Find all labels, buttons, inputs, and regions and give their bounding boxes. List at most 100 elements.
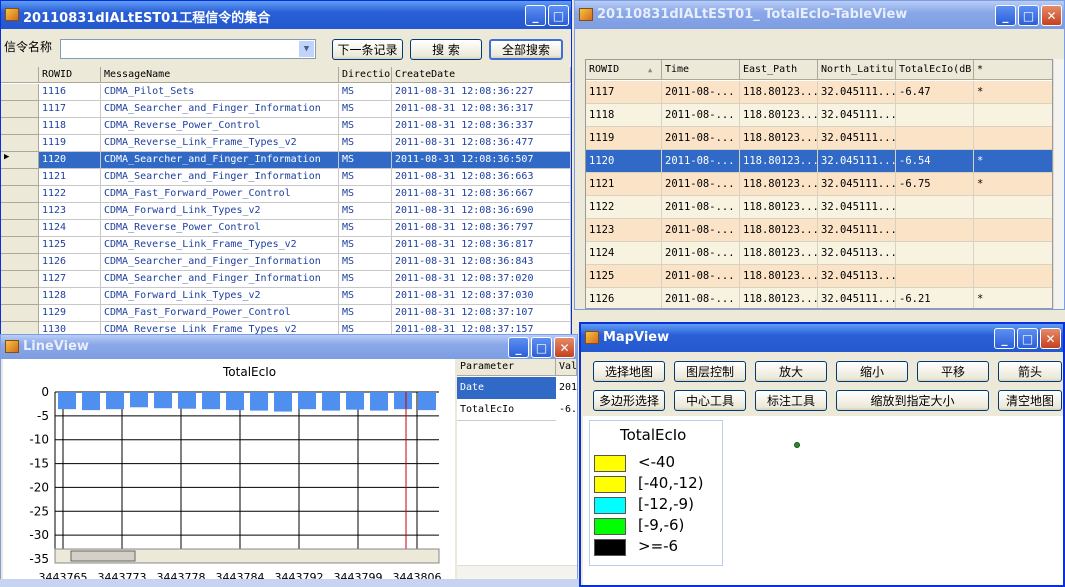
table-cell[interactable]: CDMA_Searcher_and_Finger_Information bbox=[101, 254, 339, 271]
table-cell[interactable]: MS bbox=[339, 237, 392, 254]
param-table[interactable]: Parameter Val Date 201 TotalEcIo -6. bbox=[457, 359, 577, 581]
table-cell[interactable]: MS bbox=[339, 288, 392, 305]
table-cell[interactable]: CDMA_Searcher_and_Finger_Information bbox=[101, 101, 339, 118]
table-cell[interactable]: CDMA_Forward_Link_Types_v2 bbox=[101, 288, 339, 305]
map-view-titlebar[interactable]: MapView _ □ ✕ bbox=[581, 324, 1063, 352]
table-cell[interactable]: 1122 bbox=[39, 186, 101, 203]
table-cell[interactable]: MS bbox=[339, 203, 392, 220]
table-cell[interactable] bbox=[896, 242, 974, 265]
select-map-button[interactable]: 选择地图 bbox=[593, 361, 665, 382]
chevron-down-icon[interactable]: ▼ bbox=[299, 41, 314, 57]
table-cell[interactable]: 118.80123... bbox=[740, 288, 818, 308]
table-cell[interactable] bbox=[974, 127, 1052, 150]
table-cell[interactable] bbox=[896, 104, 974, 127]
table-cell[interactable]: MS bbox=[339, 84, 392, 101]
table-cell[interactable]: CDMA_Fast_Forward_Power_Control bbox=[101, 305, 339, 322]
column-header[interactable]: MessageName bbox=[101, 67, 339, 83]
table-cell[interactable]: 1123 bbox=[39, 203, 101, 220]
param-value-date[interactable]: 201 bbox=[556, 377, 577, 399]
table-cell[interactable]: 1124 bbox=[39, 220, 101, 237]
table-cell[interactable]: CDMA_Reverse_Power_Control bbox=[101, 118, 339, 135]
line-view-titlebar[interactable]: LineView _ □ ✕ bbox=[1, 335, 577, 359]
table-cell[interactable] bbox=[896, 127, 974, 150]
table-cell[interactable]: 1127 bbox=[39, 271, 101, 288]
table-cell[interactable]: 2011-08-31 12:08:36:337 bbox=[392, 118, 571, 135]
table-cell[interactable] bbox=[974, 196, 1052, 219]
table-cell[interactable]: 1120 bbox=[586, 150, 662, 173]
column-header[interactable]: * bbox=[974, 60, 1052, 80]
table-cell[interactable]: 2011-08-... bbox=[662, 288, 740, 308]
row-selector[interactable] bbox=[1, 271, 39, 288]
signal-table[interactable]: ROWID MessageName Directio CreateDate 1116 CD… bbox=[1, 67, 571, 339]
table-cell[interactable]: 1116 bbox=[39, 84, 101, 101]
search-button[interactable]: 搜 索 bbox=[410, 39, 482, 60]
row-selector[interactable] bbox=[1, 305, 39, 322]
table-view-titlebar[interactable]: 20110831dIALtEST01_ TotalEcIo-TableView … bbox=[575, 1, 1064, 29]
table-cell[interactable] bbox=[896, 219, 974, 242]
table-cell[interactable]: CDMA_Reverse_Link_Frame_Types_v2 bbox=[101, 135, 339, 152]
table-cell[interactable]: 2011-08-31 12:08:36:227 bbox=[392, 84, 571, 101]
table-cell[interactable]: 1117 bbox=[39, 101, 101, 118]
table-cell[interactable]: 32.045111... bbox=[818, 127, 896, 150]
table-cell[interactable]: 118.80123... bbox=[740, 81, 818, 104]
table-cell[interactable]: MS bbox=[339, 305, 392, 322]
table-cell[interactable]: 1118 bbox=[39, 118, 101, 135]
table-cell[interactable]: * bbox=[974, 150, 1052, 173]
map-point[interactable] bbox=[794, 442, 800, 448]
row-selector[interactable] bbox=[1, 254, 39, 271]
column-header[interactable]: ROWID bbox=[39, 67, 101, 83]
table-cell[interactable]: 32.045111... bbox=[818, 81, 896, 104]
table-cell[interactable]: 2011-08-... bbox=[662, 242, 740, 265]
table-cell[interactable]: 118.80123... bbox=[740, 127, 818, 150]
table-cell[interactable]: 1121 bbox=[39, 169, 101, 186]
table-cell[interactable]: 1121 bbox=[586, 173, 662, 196]
search-all-button[interactable]: 全部搜索 bbox=[489, 39, 563, 60]
map-canvas[interactable]: TotalEcIo <-40 [-40,-12) [-12,-9) [-9,-6… bbox=[583, 416, 1063, 585]
maximize-icon[interactable]: □ bbox=[1017, 328, 1038, 349]
row-selector[interactable] bbox=[1, 169, 39, 186]
table-cell[interactable]: 32.045111... bbox=[818, 219, 896, 242]
clear-map-button[interactable]: 清空地图 bbox=[998, 390, 1062, 411]
table-cell[interactable]: 1129 bbox=[39, 305, 101, 322]
table-cell[interactable]: CDMA_Reverse_Link_Frame_Types_v2 bbox=[101, 237, 339, 254]
table-cell[interactable]: -6.54 bbox=[896, 150, 974, 173]
table-cell[interactable]: -6.75 bbox=[896, 173, 974, 196]
table-cell[interactable]: 1126 bbox=[39, 254, 101, 271]
table-cell[interactable] bbox=[974, 104, 1052, 127]
zoom-out-button[interactable]: 缩小 bbox=[836, 361, 908, 382]
polygon-select-button[interactable]: 多边形选择 bbox=[593, 390, 665, 411]
table-cell[interactable]: 32.045111... bbox=[818, 288, 896, 308]
row-selector[interactable] bbox=[1, 288, 39, 305]
column-header[interactable]: North_Latitu bbox=[818, 60, 896, 80]
table-cell[interactable]: 32.045111... bbox=[818, 104, 896, 127]
table-cell[interactable]: 2011-08-... bbox=[662, 104, 740, 127]
table-cell[interactable]: CDMA_Fast_Forward_Power_Control bbox=[101, 186, 339, 203]
table-cell[interactable]: 2011-08-31 12:08:36:317 bbox=[392, 101, 571, 118]
row-selector[interactable] bbox=[1, 101, 39, 118]
minimize-icon[interactable]: _ bbox=[994, 328, 1015, 349]
param-name-ecio[interactable]: TotalEcIo bbox=[457, 399, 556, 421]
table-cell[interactable]: MS bbox=[339, 220, 392, 237]
ecio-table[interactable]: ROWID Time East_Path North_Latitu TotalEcIo(… bbox=[585, 59, 1053, 309]
table-cell[interactable]: 1119 bbox=[586, 127, 662, 150]
column-header[interactable]: Time bbox=[662, 60, 740, 80]
table-cell[interactable]: 32.045113... bbox=[818, 265, 896, 288]
row-selector[interactable] bbox=[1, 237, 39, 254]
table-cell[interactable]: 1118 bbox=[586, 104, 662, 127]
maximize-icon[interactable]: □ bbox=[1018, 5, 1039, 26]
close-icon[interactable]: ✕ bbox=[1040, 328, 1061, 349]
center-tool-button[interactable]: 中心工具 bbox=[674, 390, 746, 411]
signal-list-titlebar[interactable]: 20110831dIALtEST01工程信令的集合 _ □ bbox=[1, 1, 571, 29]
table-cell[interactable]: CDMA_Searcher_and_Finger_Information bbox=[101, 152, 339, 169]
table-cell[interactable]: 1126 bbox=[586, 288, 662, 308]
table-cell[interactable]: -6.21 bbox=[896, 288, 974, 308]
table-cell[interactable]: * bbox=[974, 173, 1052, 196]
table-cell[interactable] bbox=[974, 242, 1052, 265]
row-selector[interactable] bbox=[1, 84, 39, 101]
table-cell[interactable]: 1117 bbox=[586, 81, 662, 104]
table-cell[interactable]: 2011-08-31 12:08:36:477 bbox=[392, 135, 571, 152]
table-cell[interactable]: 1124 bbox=[586, 242, 662, 265]
table-cell[interactable]: -6.47 bbox=[896, 81, 974, 104]
label-tool-button[interactable]: 标注工具 bbox=[755, 390, 827, 411]
zoom-in-button[interactable]: 放大 bbox=[755, 361, 827, 382]
